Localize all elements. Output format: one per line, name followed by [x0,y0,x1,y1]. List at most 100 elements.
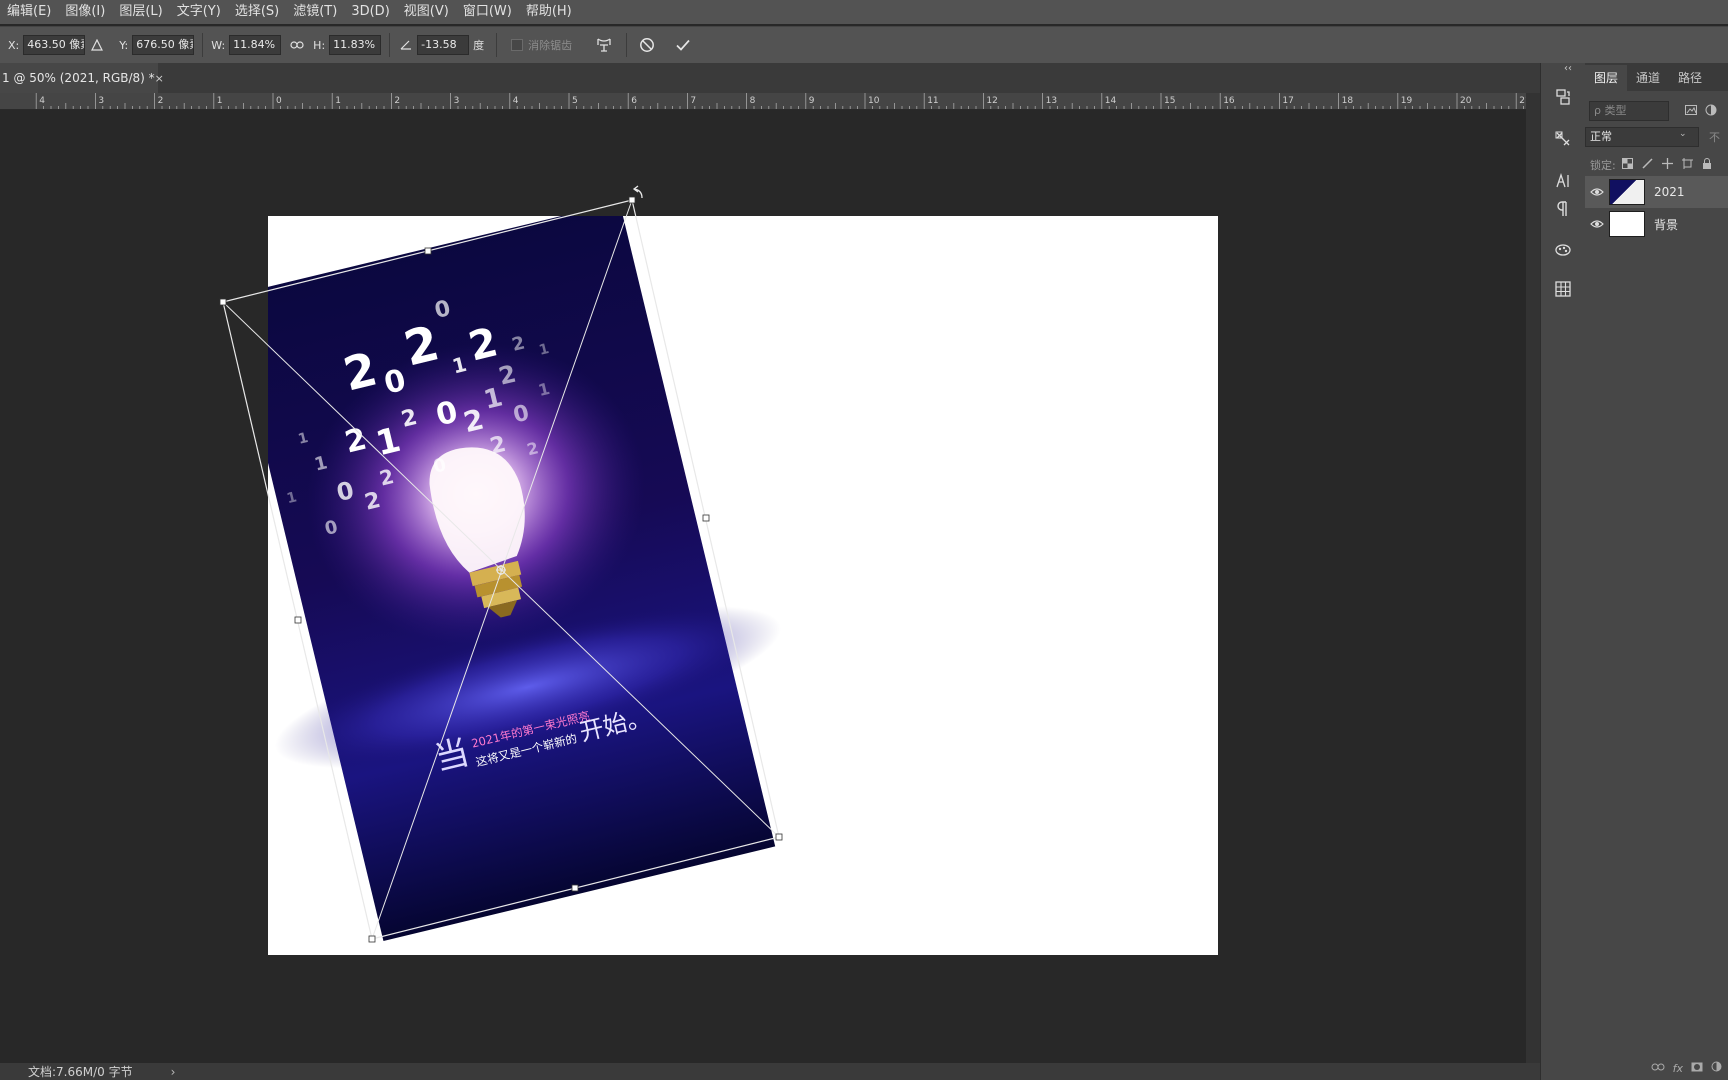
angle-field[interactable]: -13.58 [417,35,470,55]
brush-settings-icon[interactable] [1547,235,1579,263]
antialias-checkbox[interactable] [511,39,524,51]
divider [389,33,391,57]
chevron-down-icon: ⌄ [1679,129,1687,139]
layer-thumbnail [1609,179,1645,205]
link-icon[interactable] [289,37,305,53]
character-icon[interactable] [1547,167,1579,195]
menu-window[interactable]: 窗口(W) [456,0,519,24]
ruler-label: 8 [750,96,756,106]
y-field[interactable]: 676.50 像素 [132,35,195,55]
ruler-label: 13 [1046,96,1057,106]
ruler-label: 11 [927,96,938,106]
menu-edit[interactable]: 编辑(E) [0,0,58,24]
transform-handle[interactable] [775,833,783,841]
table-grid-icon[interactable] [1547,275,1579,303]
ruler-label: 5 [572,96,578,106]
adjustment-layer-icon[interactable] [1711,1061,1722,1075]
layers-footer: fx [1585,1056,1728,1080]
angle-icon [398,37,414,53]
w-field[interactable]: 11.84% [229,35,282,55]
transform-handle[interactable] [368,935,376,943]
menu-layer[interactable]: 图层(L) [112,0,169,24]
menu-filter[interactable]: 滤镜(T) [286,0,344,24]
eye-icon[interactable] [1585,219,1609,229]
cancel-transform-icon[interactable] [637,37,657,53]
tab-layers[interactable]: 图层 [1585,65,1628,91]
divider [202,33,204,57]
ruler-label: 2 [158,96,164,106]
transform-handle[interactable] [702,514,710,522]
transform-handle[interactable] [571,884,579,892]
warp-icon[interactable] [594,37,614,53]
transform-handle[interactable] [628,196,636,204]
antialias-label: 消除锯齿 [528,39,573,52]
link-layers-icon[interactable] [1651,1062,1665,1075]
paragraph-icon[interactable] [1547,195,1579,223]
image-filter-icon[interactable] [1685,104,1697,118]
panel-icon-strip [1540,63,1586,1080]
ruler-label: 12 [986,96,997,106]
mask-icon[interactable] [1691,1062,1703,1075]
ruler-label: 18 [1342,96,1354,106]
angle-unit: 度 [473,39,485,52]
tab-paths[interactable]: 路径 [1669,65,1711,91]
move-lock-icon[interactable] [1661,158,1673,172]
document-size-info: 文档:7.66M/0 字节 [28,1065,133,1079]
menu-help[interactable]: 帮助(H) [519,0,579,24]
ruler-label: 15 [1164,96,1175,106]
layer-filter-select[interactable]: ρ 类型 [1589,101,1669,121]
layer-row-background[interactable]: 背景 [1585,208,1728,240]
close-icon[interactable]: × [155,72,164,85]
artboard-lock-icon[interactable] [1681,158,1693,172]
ruler-label: 2 [394,96,400,106]
ruler-label: 1 [217,96,223,106]
layer-name: 背景 [1654,217,1679,232]
vertical-scrollbar[interactable] [1526,93,1540,1063]
ruler-label: 20 [1460,96,1472,106]
layers-panel: 图层 通道 路径 ρ 类型 正常 ⌄ 不 锁定: 2021 背景 fx [1585,63,1728,1080]
status-menu-arrow[interactable]: › [171,1065,176,1079]
ruler-label: 4 [39,96,45,106]
lock-label: 锁定: [1590,159,1616,172]
h-field[interactable]: 11.83% [329,35,382,55]
delta-icon[interactable] [89,37,105,53]
transform-handle[interactable] [294,616,302,624]
menu-3d[interactable]: 3D(D) [344,0,396,24]
commit-transform-icon[interactable] [673,37,693,53]
menu-image[interactable]: 图像(I) [58,0,112,24]
horizontal-ruler[interactable]: 43210123456789101112131415161718192021 [0,93,1569,110]
canvas-area[interactable]: 202120212021021120220211120 当 2021年的第一束光… [0,110,1526,1063]
ruler-label: 3 [454,96,460,106]
ruler-label: 3 [98,96,104,106]
tab-channels[interactable]: 通道 [1627,65,1669,91]
transform-handle[interactable] [424,247,432,255]
layer-row-2021[interactable]: 2021 [1585,176,1728,208]
ruler-ticks: 43210123456789101112131415161718192021 [35,93,1569,109]
adjustment-filter-icon[interactable] [1705,104,1717,119]
menu-select[interactable]: 选择(S) [228,0,286,24]
brush-lock-icon[interactable] [1642,158,1653,172]
ruler-label: 1 [335,96,341,106]
adjust-icon[interactable] [1547,125,1579,153]
ruler-label: 9 [809,96,815,106]
y-label: Y: [119,38,129,52]
fx-icon[interactable]: fx [1673,1062,1683,1075]
poster-image[interactable]: 202 1202 12 0 210 21120220211120 当 2021年的第一束光… [169,189,830,956]
blend-row: 正常 ⌄ 不 [1585,127,1728,147]
lock-pixels-icon[interactable] [1621,158,1633,172]
lock-row: 锁定: [1585,155,1728,175]
ruler-label: 4 [513,96,519,106]
collapse-icon[interactable]: ‹‹ [1564,63,1572,74]
ruler-label: 19 [1401,96,1413,106]
history-icon[interactable] [1547,83,1579,111]
menu-type[interactable]: 文字(Y) [170,0,228,24]
eye-icon[interactable] [1585,187,1609,197]
transform-handle[interactable] [219,298,227,306]
lock-icon[interactable] [1702,158,1712,172]
document-tab[interactable]: 1 @ 50% (2021, RGB/8) * × [0,63,164,93]
x-field[interactable]: 463.50 像素 [23,35,86,55]
menu-view[interactable]: 视图(V) [397,0,456,24]
document-tab-title: 1 @ 50% (2021, RGB/8) * [2,71,155,85]
h-label: H: [313,38,326,52]
panel-tabs: 图层 通道 路径 [1585,63,1728,91]
